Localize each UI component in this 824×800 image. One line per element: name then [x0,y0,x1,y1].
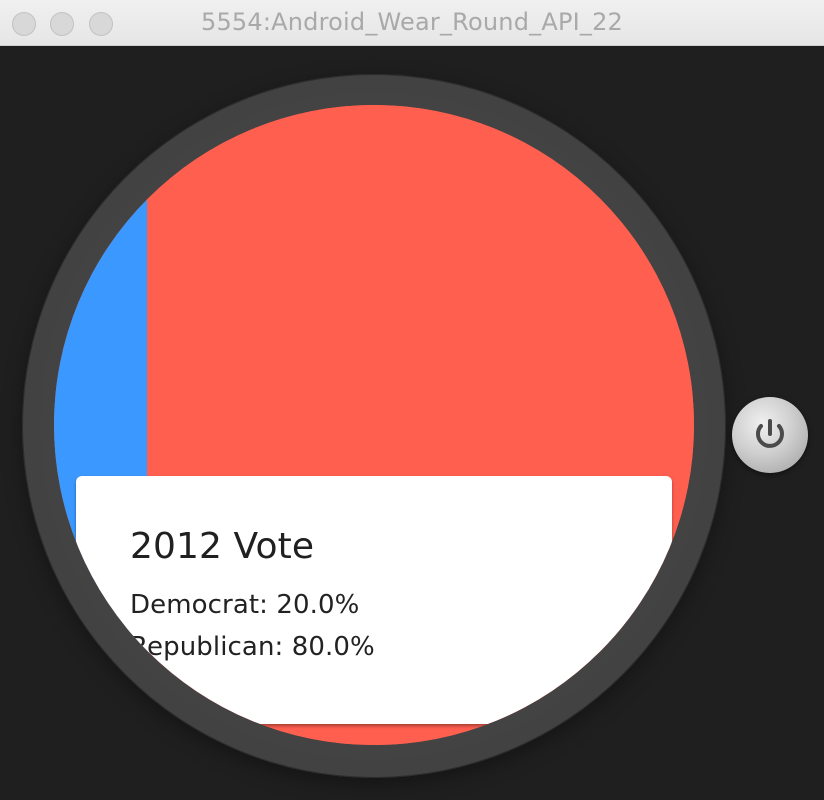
window-titlebar: 5554:Android_Wear_Round_API_22 [0,0,824,46]
watch-screen[interactable]: 2012 Vote Democrat: 20.0% Republican: 80… [54,105,694,745]
democrat-result-text: Democrat: 20.0% [130,590,360,620]
vote-summary-card[interactable]: 2012 Vote Democrat: 20.0% Republican: 80… [76,476,672,724]
power-button[interactable] [732,397,808,473]
card-title: 2012 Vote [130,526,315,567]
window-title: 5554:Android_Wear_Round_API_22 [200,8,624,36]
power-icon [756,419,784,448]
republican-result-text: Republican: 80.0% [130,632,375,662]
emulator-area: 2012 Vote Democrat: 20.0% Republican: 80… [0,46,824,800]
emulator-window: 5554:Android_Wear_Round_API_22 2012 Vote… [0,0,824,800]
